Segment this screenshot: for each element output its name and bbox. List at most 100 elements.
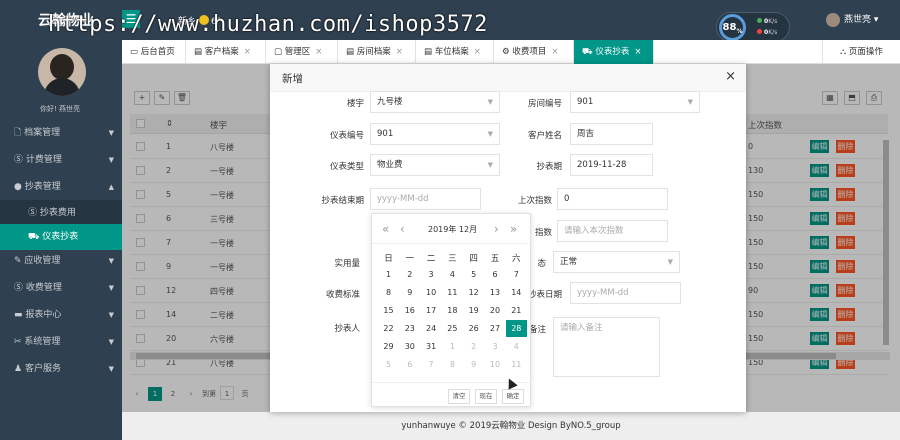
calendar-day[interactable]: 5 — [378, 356, 399, 373]
calendar-day[interactable]: 13 — [485, 284, 506, 301]
meter-type-select[interactable]: 物业费 ▼ — [370, 154, 500, 176]
calendar-day[interactable]: 30 — [399, 338, 420, 355]
prev-month-icon[interactable]: ‹ — [400, 222, 405, 236]
calendar-title[interactable]: 2019年 12月 — [428, 224, 477, 235]
calendar-day[interactable]: 14 — [506, 284, 527, 301]
meter-type-label: 仪表类型 — [329, 162, 364, 172]
user-menu[interactable]: 燕世亮 ▾ — [826, 12, 878, 27]
sidebar-item-charge[interactable]: Ⓢ 收费管理 ▼ — [0, 275, 122, 301]
confirm-button[interactable]: 确定 — [502, 389, 524, 404]
sidebar-item-receivable[interactable]: ✎ 应收管理 ▼ — [0, 248, 122, 274]
sidebar-item-meter[interactable]: ● 抄表管理 ▲ — [0, 174, 122, 200]
tab-room[interactable]: ▤ 房间档案 × — [338, 40, 416, 64]
gauge-percent: 88% — [719, 14, 746, 41]
calendar-day[interactable]: 6 — [485, 266, 506, 283]
weekday-label: 五 — [490, 254, 500, 264]
standard-label: 收费标准 — [325, 290, 360, 300]
sidebar-item-system[interactable]: ✂ 系统管理 ▼ — [0, 329, 122, 355]
room-label: 房间编号 — [527, 99, 562, 109]
calendar-day[interactable]: 28 — [505, 320, 527, 337]
sidebar-item-meter-fee[interactable]: Ⓢ 抄表费用 — [0, 200, 122, 226]
status-select[interactable]: 正常 ▼ — [553, 251, 680, 273]
calendar-day[interactable]: 10 — [485, 356, 506, 373]
sidebar-item-archive[interactable]: 🗋 档案管理 ▼ — [0, 120, 122, 146]
room-select[interactable]: 901 ▼ — [570, 91, 700, 113]
tab-area[interactable]: ▢ 管理区 × — [266, 40, 338, 64]
calendar-day[interactable]: 16 — [399, 302, 420, 319]
greeting: 你好! 燕世亮 — [40, 105, 81, 113]
calendar-day[interactable]: 2 — [399, 266, 420, 283]
sidebar-item-report[interactable]: ▬ 报表中心 ▼ — [0, 302, 122, 328]
note-textarea[interactable]: 请输入备注 — [553, 317, 660, 377]
calendar-day[interactable]: 7 — [506, 266, 527, 283]
dialog-title: 新增 — [282, 73, 303, 85]
calendar-day[interactable]: 3 — [485, 338, 506, 355]
tab-parking[interactable]: ▤ 车位档案 × — [416, 40, 494, 64]
gauge-down: 0K/s — [757, 29, 777, 36]
end-date-field[interactable]: yyyy-MM-dd — [370, 188, 481, 210]
calendar-day[interactable]: 4 — [442, 266, 463, 283]
calendar-day[interactable]: 5 — [463, 266, 484, 283]
calendar-day[interactable]: 1 — [442, 338, 463, 355]
calendar-day[interactable]: 9 — [463, 356, 484, 373]
calendar-day[interactable]: 20 — [485, 302, 506, 319]
current-index-field[interactable]: 请输入本次指数 — [557, 220, 668, 242]
calendar-day[interactable]: 8 — [442, 356, 463, 373]
customer-field[interactable]: 周吉 — [570, 123, 653, 145]
end-date-label: 抄表结束期 — [321, 196, 364, 206]
date-picker-header: « ‹ 2019年 12月 › » — [372, 214, 532, 244]
building-select[interactable]: 九号楼 ▼ — [370, 91, 500, 113]
calendar-day[interactable]: 26 — [463, 320, 484, 337]
calendar-day[interactable]: 9 — [399, 284, 420, 301]
sidebar-item-billing[interactable]: Ⓢ 计费管理 ▼ — [0, 147, 122, 173]
calendar-day[interactable]: 29 — [378, 338, 399, 355]
period-field[interactable]: 2019-11-28 — [570, 154, 653, 176]
calendar-day[interactable]: 8 — [378, 284, 399, 301]
calendar-day[interactable]: 23 — [399, 320, 420, 337]
prev-year-icon[interactable]: « — [382, 222, 389, 236]
sidebar-item-service[interactable]: ♟ 客户服务 ▼ — [0, 356, 122, 382]
calendar-day[interactable]: 6 — [399, 356, 420, 373]
tab-home[interactable]: ▭ 后台首页 — [122, 40, 186, 64]
page-operations-button[interactable]: ⛬ 页面操作 — [822, 40, 900, 64]
calendar-day[interactable]: 31 — [421, 338, 442, 355]
next-month-icon[interactable]: › — [494, 222, 499, 236]
last-index-field[interactable]: 0 — [557, 188, 668, 210]
calendar-day[interactable]: 19 — [463, 302, 484, 319]
tab-charge-item[interactable]: ⚙ 收费项目 × — [494, 40, 574, 64]
calendar-day[interactable]: 22 — [378, 320, 399, 337]
calendar-day[interactable]: 15 — [378, 302, 399, 319]
gauge-up: 0K/s — [757, 18, 777, 25]
clear-button[interactable]: 清空 — [448, 389, 470, 404]
close-icon[interactable]: × — [725, 69, 736, 84]
meter-no-select[interactable]: 901 ▼ — [370, 123, 500, 145]
now-button[interactable]: 现在 — [475, 389, 497, 404]
meter-date-field[interactable]: yyyy-MM-dd — [570, 282, 681, 304]
calendar-day[interactable]: 17 — [421, 302, 442, 319]
calendar-day[interactable]: 27 — [485, 320, 506, 337]
calendar-day[interactable]: 12 — [463, 284, 484, 301]
tab-bar: ▭ 后台首页 ▤ 客户档案 × ▢ 管理区 × ▤ 房间档案 × ▤ 车位档案 × ⚙ … — [122, 40, 900, 64]
calendar-day[interactable]: 1 — [378, 266, 399, 283]
calendar-day[interactable]: 2 — [463, 338, 484, 355]
tab-customer[interactable]: ▤ 客户档案 × — [186, 40, 266, 64]
calendar-day[interactable]: 10 — [421, 284, 442, 301]
footer: yunhanwuye © 2019云翰物业 Design ByNO.5_grou… — [122, 412, 900, 440]
calendar-day[interactable]: 11 — [506, 356, 527, 373]
next-year-icon[interactable]: » — [510, 222, 517, 236]
network-gauge: 88% 0K/s 0K/s — [716, 12, 790, 42]
calendar-day[interactable]: 7 — [421, 356, 442, 373]
dialog-header: 新增 × — [270, 64, 746, 92]
calendar-day[interactable]: 21 — [506, 302, 527, 319]
weekday-label: 三 — [448, 254, 457, 264]
calendar-day[interactable]: 24 — [421, 320, 442, 337]
calendar-day[interactable]: 4 — [506, 338, 527, 355]
calendar-day[interactable]: 25 — [442, 320, 463, 337]
calendar-day[interactable]: 3 — [421, 266, 442, 283]
weekday-label: 日 — [384, 254, 393, 264]
building-label: 楼宇 — [346, 99, 364, 109]
calendar-day[interactable]: 11 — [442, 284, 463, 301]
tab-meter-reading[interactable]: ⛟ 仪表抄表 × — [574, 40, 654, 64]
sidebar-item-meter-reading[interactable]: ⛟ 仪表抄表 — [0, 224, 122, 250]
calendar-day[interactable]: 18 — [442, 302, 463, 319]
